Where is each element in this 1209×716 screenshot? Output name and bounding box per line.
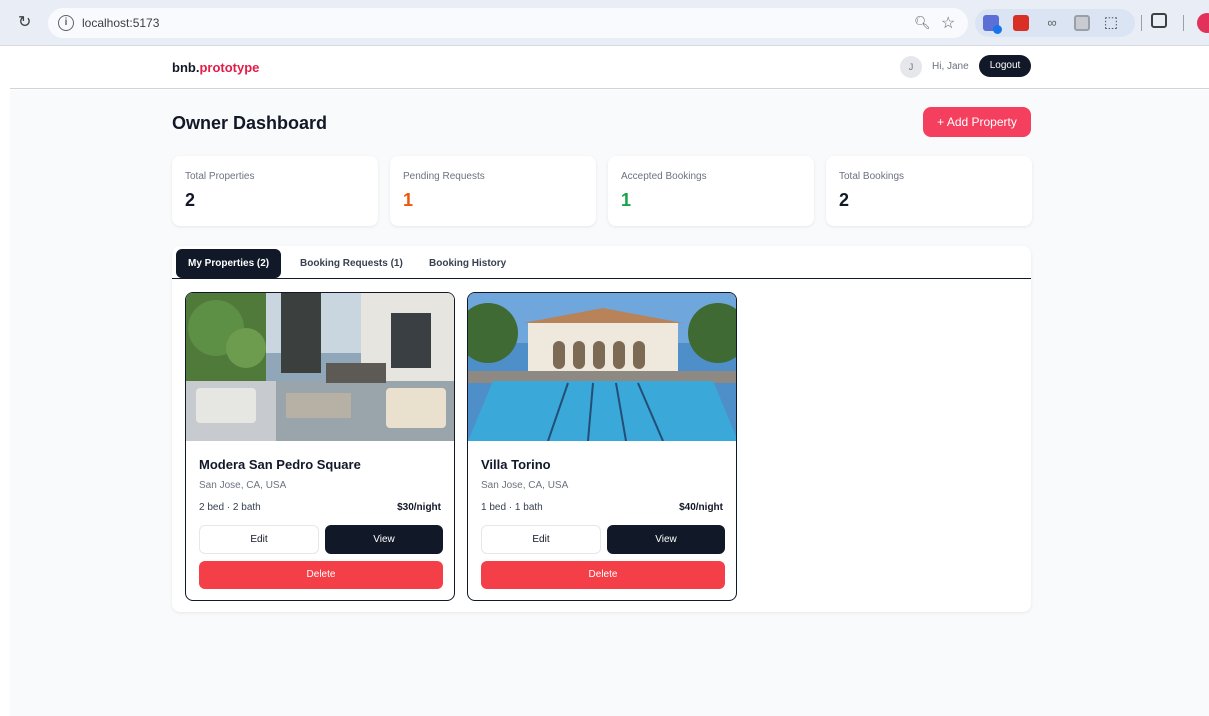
property-location: San Jose, CA, USA [481, 480, 569, 491]
stat-card-pending-requests: Pending Requests 1 [390, 156, 596, 226]
reload-icon[interactable]: ↻ [18, 12, 31, 32]
browser-toolbar: ↻ i localhost:5173 🔍︎ ☆ ∞ ⬚ [0, 0, 1209, 46]
puzzle-icon[interactable]: ⬚ [1103, 15, 1119, 31]
tab-booking-history[interactable]: Booking History [429, 249, 506, 278]
edit-button[interactable]: Edit [199, 525, 319, 554]
stat-label: Pending Requests [403, 171, 485, 182]
toolbar-divider [1183, 15, 1184, 31]
properties-panel: My Properties (2) Booking Requests (1) B… [172, 246, 1031, 612]
extension-icon[interactable] [1074, 15, 1090, 31]
property-photo[interactable] [186, 293, 454, 441]
extension-icon[interactable] [983, 15, 1002, 34]
view-button[interactable]: View [325, 525, 443, 554]
property-photo[interactable] [468, 293, 736, 441]
extension-icon[interactable] [1013, 15, 1029, 31]
tabs-divider [172, 278, 1031, 279]
stat-label: Accepted Bookings [621, 171, 707, 182]
stat-value: 1 [621, 190, 632, 210]
delete-button[interactable]: Delete [199, 561, 443, 589]
tab-my-properties[interactable]: My Properties (2) [176, 249, 282, 278]
property-name: Villa Torino [481, 457, 551, 472]
property-location: San Jose, CA, USA [199, 480, 287, 491]
tab-booking-requests[interactable]: Booking Requests (1) [300, 249, 403, 278]
zoom-icon[interactable]: 🔍︎ [914, 15, 931, 31]
property-photo-illustration [186, 293, 454, 441]
stat-card-total-bookings: Total Bookings 2 [826, 156, 1032, 226]
logout-button[interactable]: Logout [979, 55, 1031, 77]
delete-button[interactable]: Delete [481, 561, 725, 589]
address-bar[interactable]: i localhost:5173 🔍︎ ☆ [48, 8, 968, 38]
stat-card-total-properties: Total Properties 2 [172, 156, 378, 226]
user-avatar: J [900, 56, 922, 78]
add-property-button[interactable]: + Add Property [923, 107, 1031, 137]
toolbar-divider [1141, 15, 1142, 31]
stat-card-accepted-bookings: Accepted Bookings 1 [608, 156, 814, 226]
stat-label: Total Properties [185, 171, 255, 182]
tab-search-icon[interactable] [1151, 13, 1167, 28]
view-button[interactable]: View [607, 525, 725, 554]
page-title: Owner Dashboard [172, 113, 328, 133]
property-name: Modera San Pedro Square [199, 457, 361, 472]
site-info-icon[interactable]: i [58, 15, 74, 31]
property-photo-illustration [468, 293, 736, 441]
property-specs: 1 bed · 1 bath [481, 502, 543, 513]
bookmark-star-icon[interactable]: ☆ [941, 13, 955, 33]
brand-logo[interactable]: bnb.prototype [172, 60, 259, 75]
property-price: $40/night [679, 502, 723, 513]
brand-accent: prototype [199, 60, 260, 75]
stat-value: 2 [185, 190, 196, 210]
stat-value: 2 [839, 190, 850, 210]
brand-name: bnb. [172, 60, 200, 75]
property-card: Modera San Pedro Square San Jose, CA, US… [185, 292, 455, 601]
app-header: bnb.prototype J Hi, Jane Logout [10, 47, 1209, 89]
user-greeting: Hi, Jane [932, 61, 969, 72]
extensions-group: ∞ ⬚ [975, 9, 1135, 37]
property-price: $30/night [397, 502, 441, 513]
stat-label: Total Bookings [839, 171, 905, 182]
url-text[interactable]: localhost:5173 [82, 16, 159, 30]
edit-button[interactable]: Edit [481, 525, 601, 554]
property-specs: 2 bed · 2 bath [199, 502, 261, 513]
glasses-icon[interactable]: ∞ [1044, 15, 1060, 31]
property-card: Villa Torino San Jose, CA, USA 1 bed · 1… [467, 292, 737, 601]
profile-avatar-icon[interactable] [1197, 13, 1209, 33]
stat-value: 1 [403, 190, 414, 210]
